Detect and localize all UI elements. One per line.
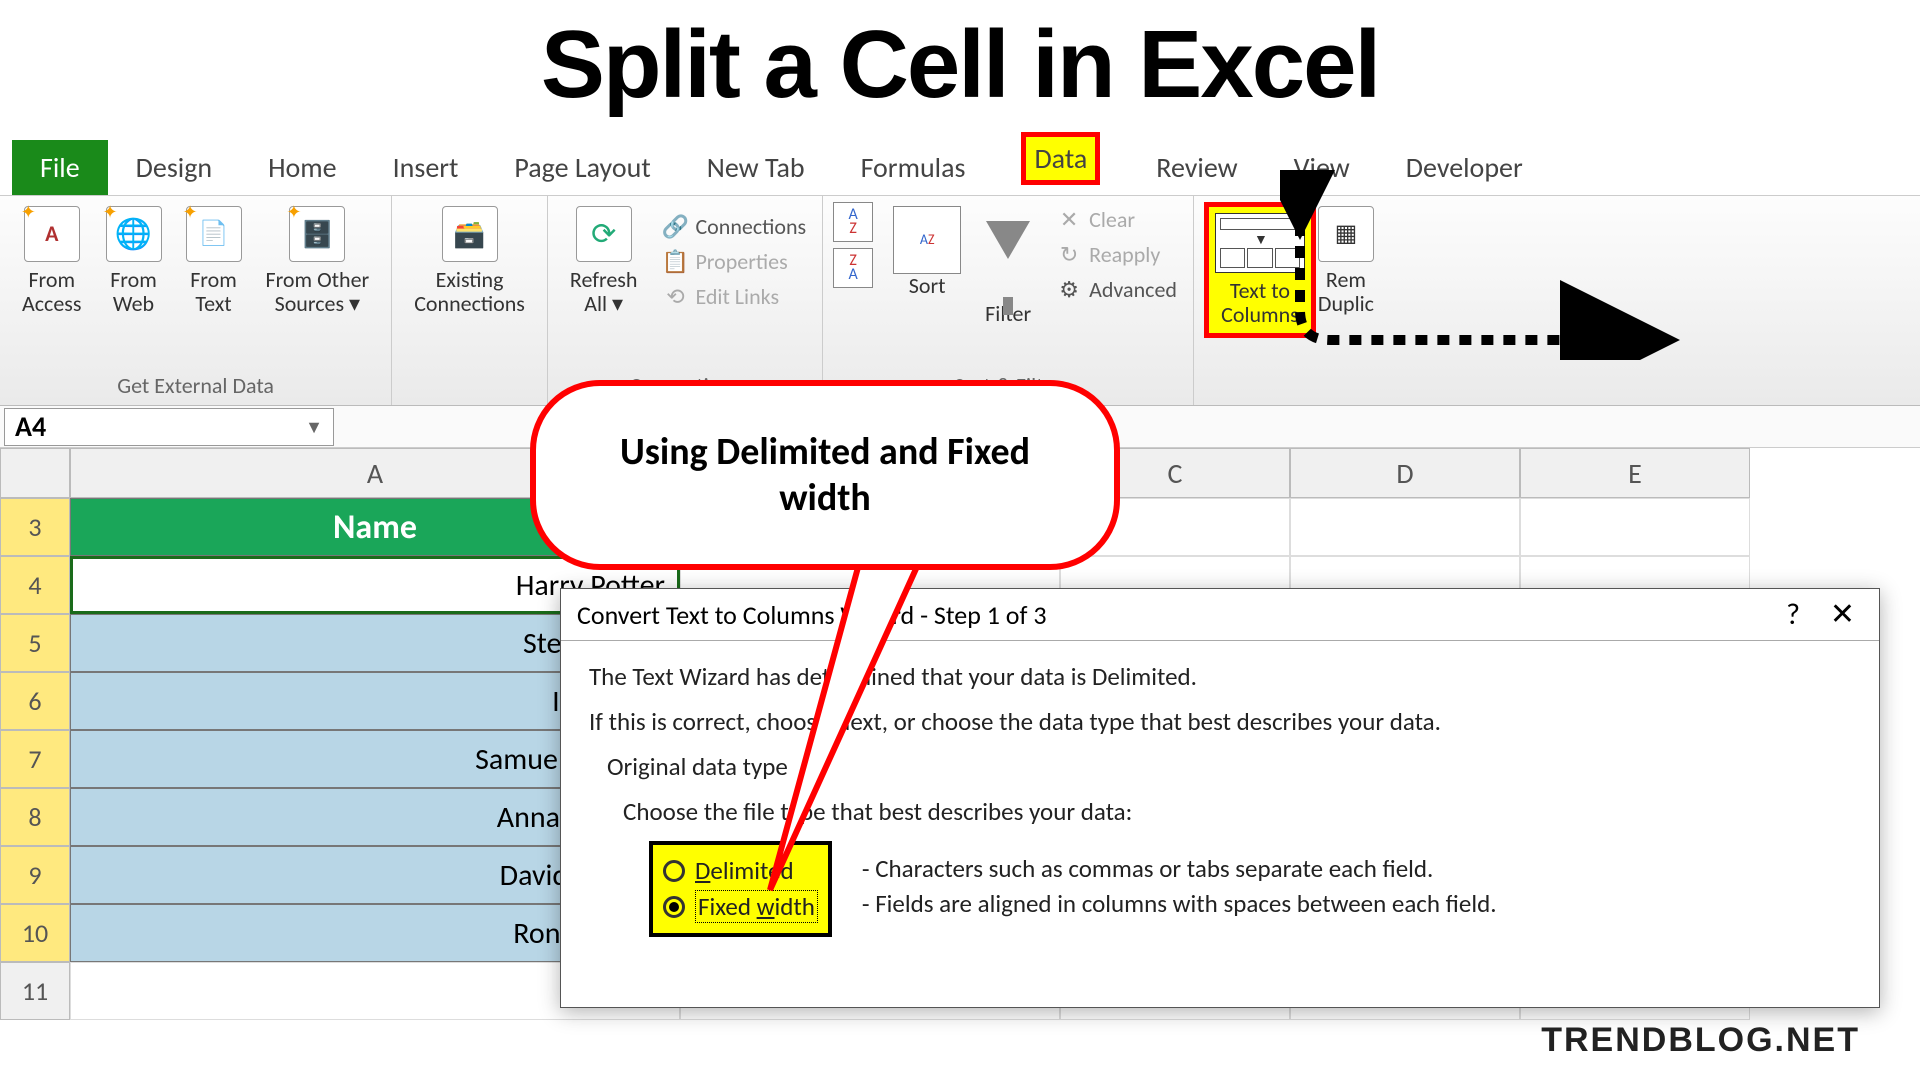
- row-header-6[interactable]: 6: [0, 672, 70, 730]
- callout-tail: [740, 540, 1000, 920]
- tab-new-tab[interactable]: New Tab: [679, 140, 833, 195]
- tab-review[interactable]: Review: [1128, 140, 1265, 195]
- connections-button[interactable]: 🔗Connections: [657, 209, 812, 244]
- dialog-help-button[interactable]: ?: [1770, 596, 1816, 633]
- watermark: TRENDBLOG.NET: [1541, 1021, 1860, 1060]
- from-web-button[interactable]: ✦🌐From Web: [94, 202, 174, 320]
- funnel-icon: [986, 221, 1030, 259]
- row-header-5[interactable]: 5: [0, 614, 70, 672]
- edit-links-button[interactable]: ⟲Edit Links: [657, 279, 812, 314]
- ribbon-body: ✦AFrom Access ✦🌐From Web ✦📄From Text ✦🗄️…: [0, 196, 1920, 406]
- properties-button[interactable]: 📋Properties: [657, 244, 812, 279]
- row-header-11[interactable]: 11: [0, 962, 70, 1020]
- col-header-E[interactable]: E: [1520, 448, 1750, 498]
- text-to-columns-button[interactable]: Text to Columns: [1204, 202, 1316, 338]
- tab-view[interactable]: View: [1266, 140, 1378, 195]
- row-header-8[interactable]: 8: [0, 788, 70, 846]
- callout-bubble: Using Delimited and Fixed width: [530, 380, 1120, 570]
- sort-desc-button[interactable]: ZA: [833, 248, 873, 288]
- remove-duplicates-button[interactable]: ▦Rem Duplic: [1316, 202, 1376, 338]
- page-title: Split a Cell in Excel: [0, 0, 1920, 140]
- reapply-button[interactable]: ↻Reapply: [1051, 237, 1183, 272]
- tab-file[interactable]: File: [12, 140, 108, 195]
- name-box[interactable]: A4▼: [4, 408, 334, 446]
- tab-insert[interactable]: Insert: [365, 140, 487, 195]
- col-header-D[interactable]: D: [1290, 448, 1520, 498]
- radio-icon: [663, 896, 685, 918]
- dialog-close-button[interactable]: ✕: [1822, 596, 1863, 633]
- connections-spacer: [467, 372, 472, 403]
- data-tools-spacer: [1287, 372, 1292, 403]
- text-to-columns-icon: [1215, 213, 1305, 273]
- select-all-corner[interactable]: [0, 448, 70, 498]
- advanced-icon: ⚙: [1057, 278, 1081, 302]
- clear-button[interactable]: ✕Clear: [1051, 202, 1183, 237]
- tab-design[interactable]: Design: [108, 140, 240, 195]
- filter-button[interactable]: Filter: [973, 202, 1043, 330]
- get-external-data-group-label: Get External Data: [117, 372, 274, 403]
- tab-developer[interactable]: Developer: [1378, 140, 1551, 195]
- advanced-button[interactable]: ⚙Advanced: [1051, 272, 1183, 307]
- reapply-icon: ↻: [1057, 243, 1081, 267]
- refresh-all-button[interactable]: ⟳Refresh All ▾: [558, 202, 650, 320]
- sort-button[interactable]: AZSort: [881, 202, 973, 302]
- edit-links-icon: ⟲: [663, 284, 687, 308]
- row-header-9[interactable]: 9: [0, 846, 70, 904]
- cell-E3[interactable]: [1520, 498, 1750, 556]
- from-access-button[interactable]: ✦AFrom Access: [10, 202, 94, 320]
- tab-home[interactable]: Home: [240, 140, 365, 195]
- clear-icon: ✕: [1057, 208, 1081, 232]
- row-header-4[interactable]: 4: [0, 556, 70, 614]
- cell-D3[interactable]: [1290, 498, 1520, 556]
- from-text-button[interactable]: ✦📄From Text: [174, 202, 254, 320]
- tab-page-layout[interactable]: Page Layout: [486, 140, 678, 195]
- existing-connections-button[interactable]: 🗃️Existing Connections: [402, 202, 537, 320]
- sort-asc-button[interactable]: AZ: [833, 202, 873, 242]
- ribbon-tabs: File Design Home Insert Page Layout New …: [0, 140, 1920, 196]
- properties-icon: 📋: [663, 249, 687, 273]
- chevron-down-icon[interactable]: ▼: [305, 416, 323, 438]
- row-header-3[interactable]: 3: [0, 498, 70, 556]
- row-header-10[interactable]: 10: [0, 904, 70, 962]
- from-other-sources-button[interactable]: ✦🗄️From Other Sources ▾: [254, 202, 382, 320]
- radio-icon: [663, 860, 685, 882]
- row-header-7[interactable]: 7: [0, 730, 70, 788]
- tab-data[interactable]: Data: [993, 122, 1128, 195]
- connections-icon: 🔗: [663, 214, 687, 238]
- tab-formulas[interactable]: Formulas: [833, 140, 994, 195]
